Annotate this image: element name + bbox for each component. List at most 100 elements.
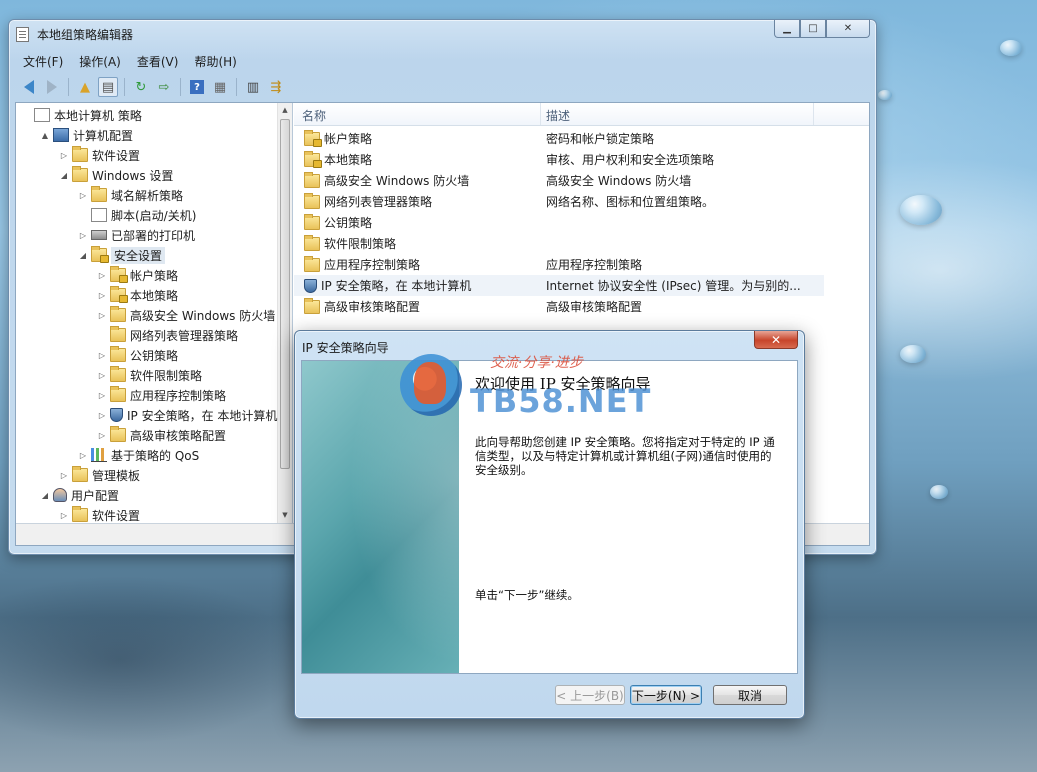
maximize-button[interactable]: □	[800, 20, 826, 38]
back-button[interactable]: < 上一步(B)	[555, 685, 625, 705]
tree-item[interactable]: ◢ Windows 设置	[58, 165, 173, 185]
list-row[interactable]: 本地策略 审核、用户权利和安全选项策略	[294, 149, 824, 170]
scroll-thumb[interactable]	[280, 119, 290, 469]
tree-item[interactable]: ◢ 用户配置	[39, 485, 119, 505]
list-row-name: 网络列表管理器策略	[302, 192, 432, 210]
expand-toggle-icon[interactable]: ▷	[77, 191, 89, 200]
expand-toggle-icon[interactable]: ▷	[96, 271, 108, 280]
wizard-heading: 欢迎使用 IP 安全策略向导	[475, 375, 651, 393]
tree-item[interactable]: ◢ 安全设置	[77, 245, 166, 265]
tree-item-label: 计算机配置	[73, 128, 134, 143]
policy-button[interactable]: ▥	[243, 77, 263, 97]
tree-item[interactable]: ▷ 公钥策略	[96, 345, 178, 365]
tree-item-label: 用户配置	[71, 488, 120, 503]
expand-toggle-icon[interactable]: ▷	[96, 371, 108, 380]
folder-icon	[110, 386, 126, 402]
menu-view[interactable]: 查看(V)	[129, 51, 187, 71]
tree-item[interactable]: ▷ 应用程序控制策略	[96, 385, 226, 405]
tree-item[interactable]: 本地计算机 策略	[20, 105, 142, 125]
folder-icon	[304, 192, 320, 209]
tree-item[interactable]: ▷ 域名解析策略	[77, 185, 183, 205]
minimize-button[interactable]: ▁	[774, 20, 800, 38]
list-row[interactable]: 软件限制策略	[294, 233, 824, 254]
scroll-down-icon[interactable]: ▼	[278, 508, 292, 523]
folder-icon	[72, 146, 88, 162]
toolbar-separator	[124, 78, 125, 96]
dialog-close-button[interactable]: ✕	[754, 331, 798, 349]
list-row[interactable]: 应用程序控制策略 应用程序控制策略	[294, 254, 824, 275]
list-row-name-text: 软件限制策略	[324, 237, 397, 251]
expand-toggle-icon[interactable]: ▷	[77, 451, 89, 460]
close-icon: ✕	[770, 332, 782, 347]
menu-file[interactable]: 文件(F)	[15, 51, 71, 71]
toolbar-separator	[68, 78, 69, 96]
tree-item-label: 基于策略的 QoS	[111, 448, 200, 463]
list-row[interactable]: 公钥策略	[294, 212, 824, 233]
menu-help[interactable]: 帮助(H)	[186, 51, 244, 71]
tree-item[interactable]: 脚本(启动/关机)	[77, 205, 196, 225]
back-button[interactable]	[19, 77, 39, 97]
expand-toggle-icon[interactable]: ▷	[96, 431, 108, 440]
tree-item[interactable]: ▷ 软件设置	[58, 505, 140, 523]
expand-toggle-icon[interactable]: ▷	[96, 311, 108, 320]
tree-item[interactable]: ▷ 软件设置	[58, 145, 140, 165]
expand-toggle-icon[interactable]: ▷	[58, 471, 70, 480]
forward-button[interactable]	[42, 77, 62, 97]
tree-item[interactable]: 网络列表管理器策略	[96, 325, 238, 345]
export-list-button[interactable]: ⇨	[154, 77, 174, 97]
expand-toggle-icon[interactable]: ◢	[58, 171, 70, 180]
help-button[interactable]: ?	[187, 77, 207, 97]
expand-toggle-icon[interactable]: ▷	[96, 391, 108, 400]
column-divider[interactable]	[813, 103, 814, 125]
expand-toggle-icon[interactable]: ▷	[58, 511, 70, 520]
expand-toggle-icon[interactable]: ▷	[77, 231, 89, 240]
list-row[interactable]: 网络列表管理器策略 网络名称、图标和位置组策略。	[294, 191, 824, 212]
properties-button[interactable]: ▦	[210, 77, 230, 97]
tree-item[interactable]: ▷ 管理模板	[58, 465, 140, 485]
menu-action[interactable]: 操作(A)	[71, 51, 129, 71]
expand-toggle-icon[interactable]: ▷	[58, 151, 70, 160]
up-folder-button[interactable]: ▲	[75, 77, 95, 97]
list-row[interactable]: 高级审核策略配置 高级审核策略配置	[294, 296, 824, 317]
list-row[interactable]: 帐户策略 密码和帐户锁定策略	[294, 128, 824, 149]
list-row[interactable]: IP 安全策略，在 本地计算机 Internet 协议安全性 (IPsec) 管理…	[294, 275, 824, 296]
locked-folder-icon	[110, 286, 128, 303]
tree-item[interactable]: ▷ 帐户策略	[96, 265, 178, 285]
expand-toggle-icon[interactable]: ▷	[96, 411, 108, 420]
expand-toggle-icon[interactable]: ▷	[96, 351, 108, 360]
tree-scrollbar[interactable]: ▲ ▼	[277, 103, 292, 523]
tree-item[interactable]: ▷ 已部署的打印机	[77, 225, 195, 245]
up-folder-icon: ▲	[80, 79, 90, 95]
policy-icon: ▥	[246, 79, 260, 95]
folder-icon	[110, 306, 126, 322]
tree-item[interactable]: ▷ 高级安全 Windows 防火墙	[96, 305, 275, 325]
column-header-name[interactable]: 名称	[302, 107, 326, 124]
expand-toggle-icon[interactable]: ▲	[39, 131, 51, 140]
filter-button[interactable]: ⇶	[266, 77, 286, 97]
computer-icon	[53, 128, 69, 142]
show-hide-tree-button[interactable]: ▤	[98, 77, 118, 97]
tree-item[interactable]: ▲ 计算机配置	[39, 125, 133, 145]
title-bar[interactable]: 本地组策略编辑器 ▁ □ ✕	[9, 20, 876, 48]
tree-item[interactable]: ▷ IP 安全策略，在 本地计算机	[96, 405, 277, 425]
next-button[interactable]: 下一步(N) >	[630, 685, 702, 705]
expand-toggle-icon[interactable]: ▷	[96, 291, 108, 300]
tree-item-label: 管理模板	[92, 468, 141, 483]
tree-item[interactable]: ▷ 软件限制策略	[96, 365, 202, 385]
tree-item-label: 软件限制策略	[130, 368, 203, 383]
tree-item-label: 帐户策略	[130, 268, 179, 283]
cancel-button[interactable]: 取消	[713, 685, 787, 705]
column-divider[interactable]	[540, 103, 541, 125]
app-icon	[16, 27, 29, 42]
column-header-desc[interactable]: 描述	[546, 107, 570, 124]
close-button[interactable]: ✕	[826, 20, 870, 38]
list-row[interactable]: 高级安全 Windows 防火墙 高级安全 Windows 防火墙	[294, 170, 824, 191]
expand-toggle-icon[interactable]: ◢	[77, 251, 89, 260]
refresh-button[interactable]: ↻	[131, 77, 151, 97]
back-icon	[24, 80, 34, 94]
scroll-up-icon[interactable]: ▲	[278, 103, 292, 118]
tree-item[interactable]: ▷ 高级审核策略配置	[96, 425, 226, 445]
tree-item[interactable]: ▷ 基于策略的 QoS	[77, 445, 199, 465]
expand-toggle-icon[interactable]: ◢	[39, 491, 51, 500]
tree-item[interactable]: ▷ 本地策略	[96, 285, 178, 305]
